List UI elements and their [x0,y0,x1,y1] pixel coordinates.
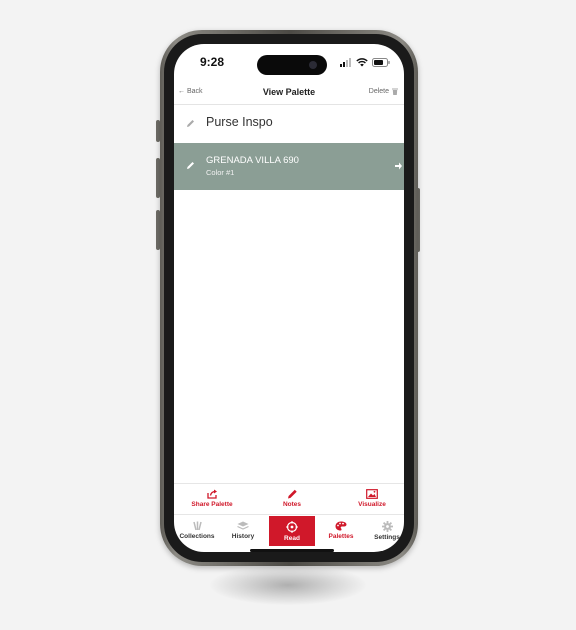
share-palette-label: Share Palette [191,501,233,508]
phone-bezel: 9:28 ← Back View Palette Delete Purse In… [164,34,414,562]
target-icon [286,521,298,533]
palette-name-row[interactable]: Purse Inspo [174,110,404,136]
arrow-right-icon[interactable] [395,162,402,170]
wifi-icon [356,57,368,66]
tab-palettes[interactable]: Palettes [318,515,364,549]
phone-frame: 9:28 ← Back View Palette Delete Purse In… [160,30,418,566]
image-icon [366,489,378,499]
tab-history-label: History [231,533,255,540]
visualize-button[interactable]: Visualize [337,489,404,508]
tab-palettes-label: Palettes [328,533,354,540]
app-screen: 9:28 ← Back View Palette Delete Purse In… [174,44,404,552]
edit-pencil-icon[interactable] [186,119,195,128]
signal-icon [340,57,351,67]
pencil-icon [287,489,297,499]
gear-icon [381,521,393,532]
share-palette-button[interactable]: Share Palette [177,489,247,508]
delete-button[interactable]: Delete [369,88,398,95]
palette-icon [335,521,347,531]
status-time: 9:28 [200,55,225,69]
palette-name: Purse Inspo [206,115,273,129]
tab-collections-label: Collections [179,533,215,540]
edit-pencil-icon[interactable] [186,161,195,170]
notes-button[interactable]: Notes [257,489,327,508]
color-list-item[interactable]: GRENADA VILLA 690 Color #1 [174,143,404,190]
status-icons [340,56,390,68]
trash-icon [392,88,398,95]
tab-read[interactable]: Read [269,516,315,546]
collections-icon [192,521,202,531]
camera-icon [309,61,317,69]
tab-read-label: Read [284,535,300,542]
nav-header: ← Back View Palette Delete [174,82,404,105]
tab-settings-label: Settings [374,534,400,541]
delete-label: Delete [368,88,389,95]
color-subtitle: Color #1 [206,168,235,177]
tab-settings[interactable]: Settings [364,515,404,549]
bottom-tab-bar: Collections History Read Palettes Settin… [174,514,404,549]
phone-shadow [210,565,366,605]
visualize-label: Visualize [358,501,386,508]
notes-label: Notes [282,501,302,508]
tab-history[interactable]: History [220,515,266,549]
layers-icon [237,521,249,530]
share-icon [206,489,217,499]
palette-actions: Share Palette Notes Visualize [174,483,404,514]
tab-collections[interactable]: Collections [174,515,220,549]
home-indicator[interactable] [250,549,334,552]
battery-icon [372,57,390,67]
color-name: GRENADA VILLA 690 [206,155,299,166]
dynamic-island [257,55,327,75]
